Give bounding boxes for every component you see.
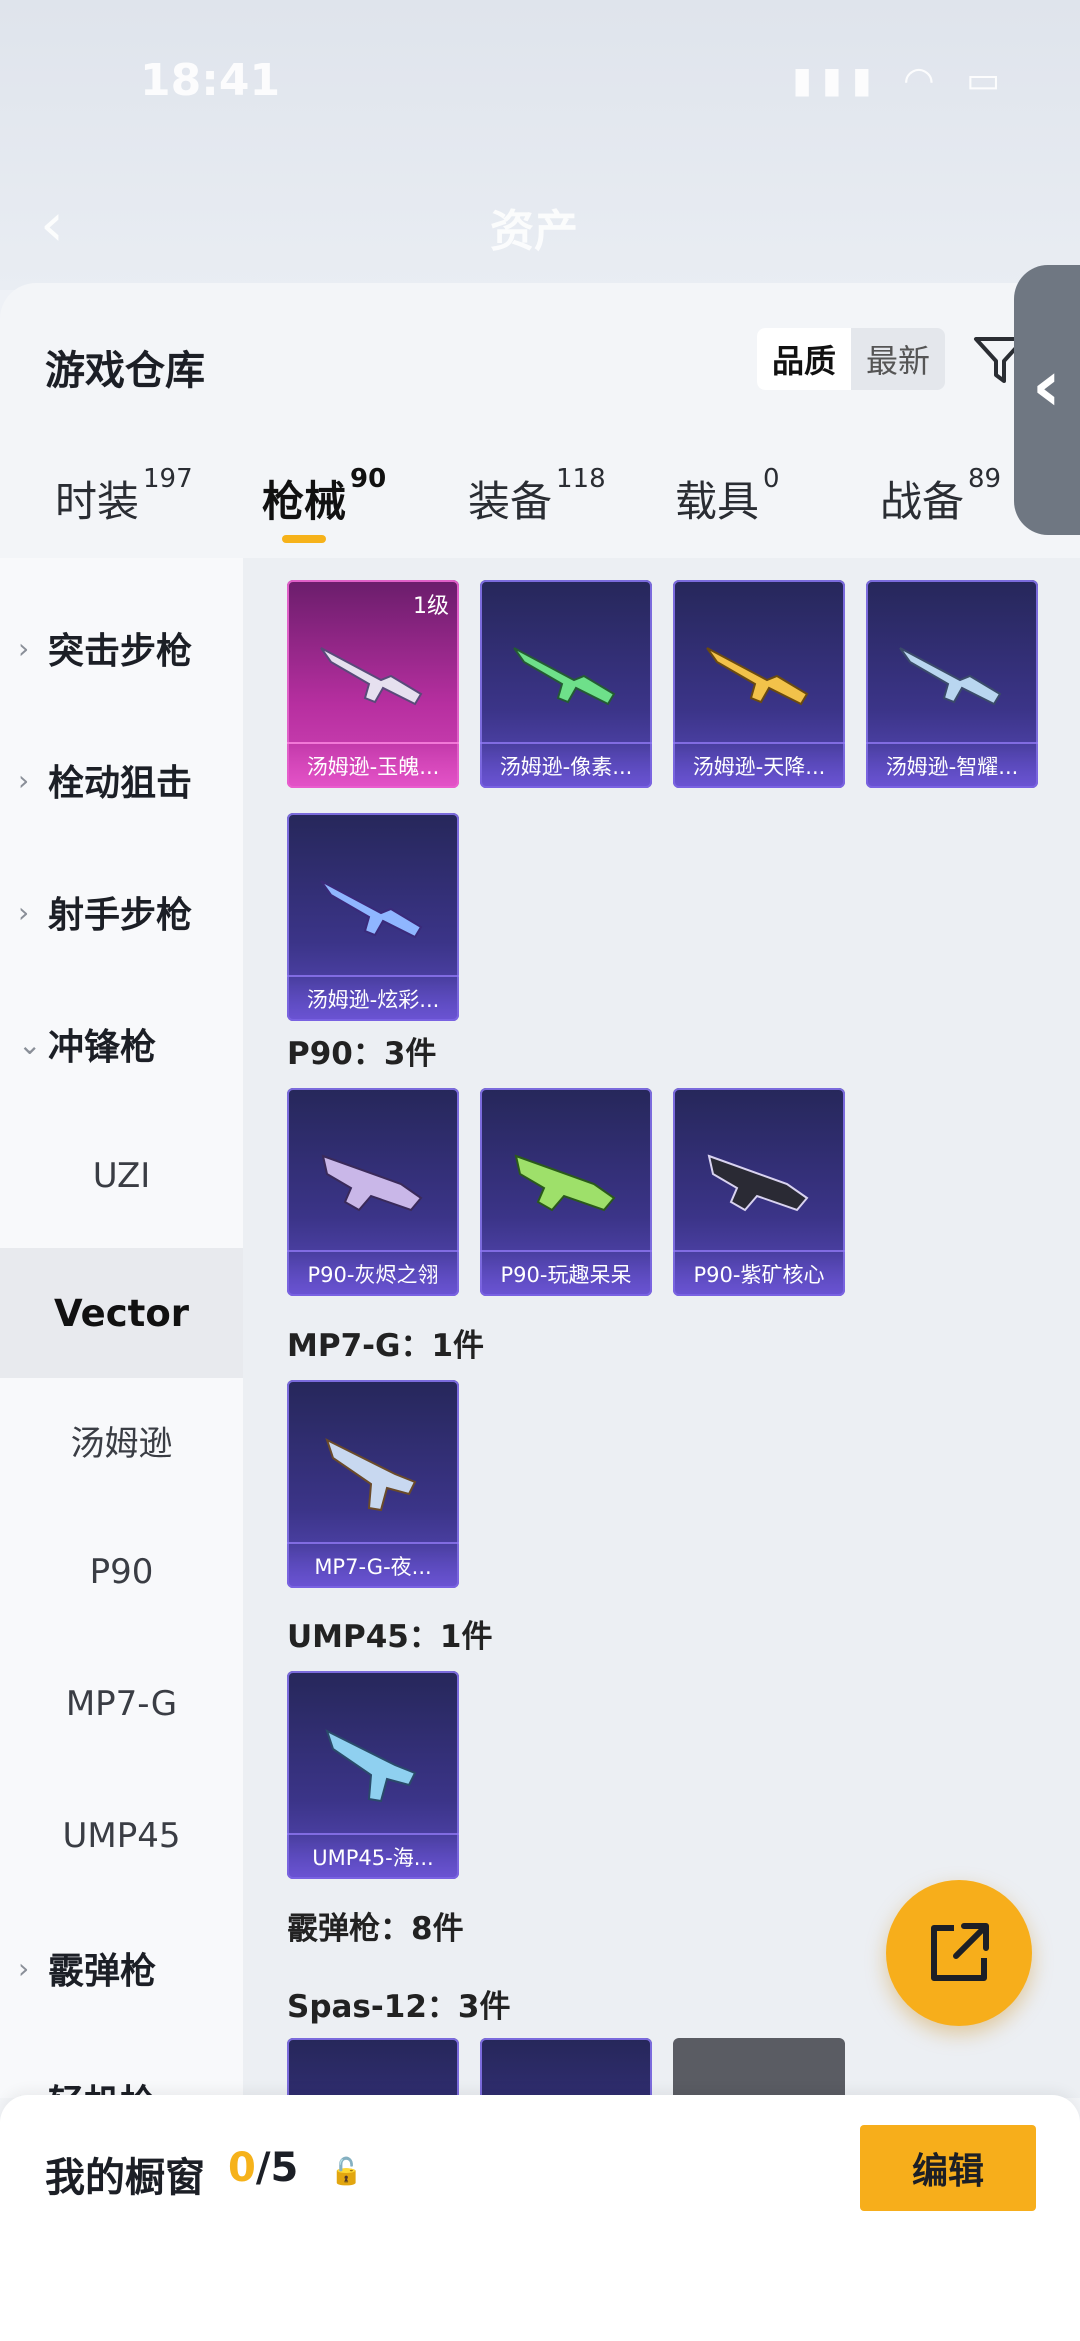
sidebar-item-vector[interactable]: Vector xyxy=(0,1248,243,1378)
level-badge: 1级 xyxy=(413,594,449,619)
item-card[interactable]: 1级 汤姆逊-玉魄... xyxy=(287,580,459,788)
sidebar-item-tommy[interactable]: 汤姆逊 xyxy=(0,1380,243,1500)
item-label: 汤姆逊-炫彩... xyxy=(287,975,459,1021)
sheet-title: 游戏仓库 xyxy=(45,348,205,394)
sort-toggle: 品质 最新 xyxy=(757,328,945,390)
chevron-right-icon: › xyxy=(18,631,30,665)
item-label: P90-灰烬之翎 xyxy=(287,1250,459,1296)
item-grid: 1级 汤姆逊-玉魄... 汤姆逊-像素... 汤姆逊-天降... 汤姆逊-智耀.… xyxy=(243,558,1080,2098)
group-title-spas12: Spas-12：3件 xyxy=(287,1989,511,2025)
sidebar-item-shotgun[interactable]: › 霰弹枪 xyxy=(0,1908,243,2028)
gun-icon xyxy=(514,1154,616,1212)
status-icons: ▮▮▮ ◠ ▭ xyxy=(792,60,1010,101)
showcase-bar: 我的橱窗 0/5 🔓 编辑 xyxy=(0,2095,1080,2341)
item-card[interactable] xyxy=(287,2038,459,2098)
lock-icon: 🔓 xyxy=(330,2157,363,2187)
sidebar-item-marksman-rifle[interactable]: › 射手步枪 xyxy=(0,852,243,972)
sort-newest-button[interactable]: 最新 xyxy=(851,328,945,390)
item-label: 汤姆逊-玉魄... xyxy=(287,742,459,788)
group-title-shotgun: 霰弹枪：8件 xyxy=(287,1911,464,1947)
gun-icon xyxy=(899,647,1002,706)
item-card[interactable] xyxy=(673,2038,845,2098)
warehouse-sheet: 游戏仓库 品质 最新 时装 197 枪械 90 装备 118 载具 0 战备 89 › 突击… xyxy=(0,283,1080,2341)
collapse-handle[interactable]: ‹ xyxy=(1014,265,1080,535)
gun-icon xyxy=(707,1154,809,1212)
gun-icon xyxy=(325,1729,417,1803)
item-card[interactable]: 汤姆逊-智耀... xyxy=(866,580,1038,788)
item-card[interactable]: MP7-G-夜... xyxy=(287,1380,459,1588)
share-fab-button[interactable] xyxy=(886,1880,1032,2026)
item-label: P90-紫矿核心 xyxy=(673,1250,845,1296)
item-card[interactable]: 汤姆逊-天降... xyxy=(673,580,845,788)
item-label: 汤姆逊-像素... xyxy=(480,742,652,788)
chevron-down-icon: ⌄ xyxy=(18,1027,42,1061)
item-label: 汤姆逊-智耀... xyxy=(866,742,1038,788)
tab-equipment[interactable]: 装备 118 xyxy=(468,464,606,529)
external-link-icon xyxy=(931,1923,989,1981)
item-card[interactable]: P90-紫矿核心 xyxy=(673,1088,845,1296)
item-label: 汤姆逊-天降... xyxy=(673,742,845,788)
chevron-left-icon: ‹ xyxy=(1032,345,1061,427)
sidebar-item-bolt-sniper[interactable]: › 栓动狙击 xyxy=(0,720,243,840)
group-title-mp7g: MP7-G：1件 xyxy=(287,1328,485,1364)
item-card[interactable] xyxy=(480,2038,652,2098)
gun-icon xyxy=(321,1154,423,1212)
item-card[interactable]: P90-灰烬之翎 xyxy=(287,1088,459,1296)
tab-vehicles[interactable]: 载具 0 xyxy=(675,464,780,529)
header-title: 资产 xyxy=(490,206,578,257)
item-card[interactable]: 汤姆逊-炫彩... xyxy=(287,813,459,1021)
tab-guns[interactable]: 枪械 90 xyxy=(262,464,386,529)
chevron-right-icon: › xyxy=(18,1951,30,1985)
item-label: UMP45-海... xyxy=(287,1833,459,1879)
sort-quality-button[interactable]: 品质 xyxy=(757,328,851,390)
sidebar-item-smg[interactable]: ⌄ 冲锋枪 xyxy=(0,984,243,1104)
category-tabs: 时装 197 枪械 90 装备 118 载具 0 战备 89 xyxy=(0,464,1080,558)
tab-supplies[interactable]: 战备 89 xyxy=(880,464,1001,529)
item-card[interactable]: P90-玩趣呆呆 xyxy=(480,1088,652,1296)
gun-icon xyxy=(320,647,423,706)
chevron-right-icon: › xyxy=(18,763,30,797)
showcase-count: 0/5 xyxy=(228,2145,299,2191)
back-icon[interactable]: ‹ xyxy=(40,190,64,260)
sidebar-item-assault-rifle[interactable]: › 突击步枪 xyxy=(0,588,243,708)
item-label: MP7-G-夜... xyxy=(287,1542,459,1588)
tab-fashion[interactable]: 时装 197 xyxy=(55,464,193,529)
sidebar-item-p90[interactable]: P90 xyxy=(0,1512,243,1632)
status-time: 18:41 xyxy=(140,55,281,106)
chevron-right-icon: › xyxy=(18,895,30,929)
edit-button[interactable]: 编辑 xyxy=(860,2125,1036,2211)
active-tab-indicator xyxy=(282,535,326,543)
item-card[interactable]: 汤姆逊-像素... xyxy=(480,580,652,788)
gun-icon xyxy=(513,647,616,706)
sidebar-item-ump45[interactable]: UMP45 xyxy=(0,1776,243,1896)
sidebar-item-uzi[interactable]: UZI xyxy=(0,1116,243,1236)
showcase-title: 我的橱窗 xyxy=(45,2155,205,2201)
item-card[interactable]: UMP45-海... xyxy=(287,1671,459,1879)
group-title-p90: P90：3件 xyxy=(287,1036,437,1072)
category-sidebar: › 突击步枪 › 栓动狙击 › 射手步枪 ⌄ 冲锋枪 UZI Vector 汤姆逊 P9… xyxy=(0,558,243,2124)
sidebar-item-mp7g[interactable]: MP7-G xyxy=(0,1644,243,1764)
gun-icon xyxy=(320,880,423,939)
group-title-ump45: UMP45：1件 xyxy=(287,1619,493,1655)
status-header-backdrop: 18:41 ▮▮▮ ◠ ▭ ‹ 资产 xyxy=(0,0,1080,290)
item-label: P90-玩趣呆呆 xyxy=(480,1250,652,1296)
gun-icon xyxy=(325,1438,417,1512)
gun-icon xyxy=(706,647,809,706)
